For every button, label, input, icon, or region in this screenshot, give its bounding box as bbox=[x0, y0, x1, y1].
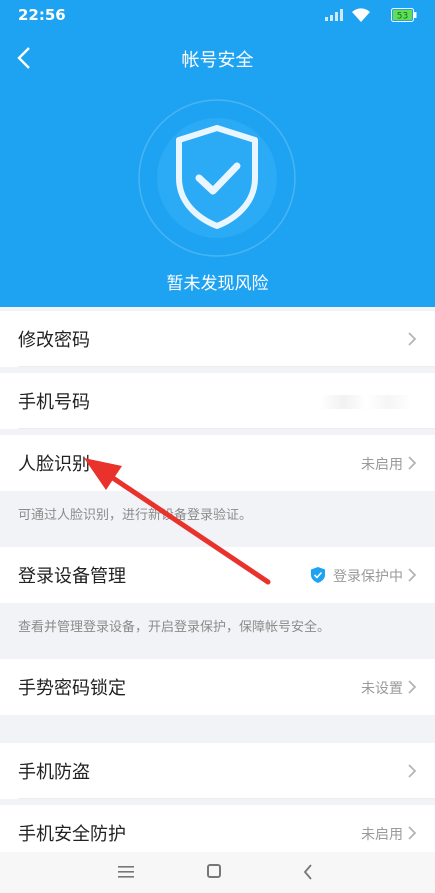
system-nav-bar bbox=[0, 852, 435, 893]
risk-status: 暂未发现风险 bbox=[166, 274, 269, 294]
chevron-right-icon bbox=[408, 568, 417, 582]
chevron-right-icon bbox=[408, 764, 417, 778]
row-label: 手机号码 bbox=[18, 392, 90, 413]
chevron-right-icon bbox=[408, 332, 417, 346]
menu-icon[interactable] bbox=[118, 866, 134, 878]
nav-back-icon[interactable] bbox=[303, 864, 313, 880]
row-label: 人脸识别 bbox=[18, 454, 90, 475]
signal-icon bbox=[325, 9, 343, 21]
divider bbox=[18, 366, 435, 367]
row-label: 手势密码锁定 bbox=[18, 678, 126, 699]
note-text: 查看并管理登录设备，开启登录保护，保障帐号安全。 bbox=[18, 620, 331, 635]
device-note: 查看并管理登录设备，开启登录保护，保障帐号安全。 bbox=[0, 605, 435, 655]
row-label: 修改密码 bbox=[18, 330, 90, 351]
divider bbox=[18, 798, 435, 799]
page-title: 帐号安全 bbox=[181, 50, 254, 71]
shield-badge-icon bbox=[311, 567, 325, 583]
shield-check-icon bbox=[138, 99, 296, 257]
row-gesture-lock[interactable]: 手势密码锁定 未设置 bbox=[0, 659, 435, 715]
battery-level: 53 bbox=[397, 12, 408, 22]
row-device-management[interactable]: 登录设备管理 登录保护中 bbox=[0, 547, 435, 603]
row-label: 手机安全防护 bbox=[18, 824, 126, 845]
battery-icon: 53 bbox=[391, 8, 417, 22]
row-value: 未设置 bbox=[361, 681, 403, 697]
row-value: 未启用 bbox=[361, 827, 403, 843]
divider bbox=[18, 428, 435, 429]
row-phone-protection[interactable]: 手机安全防护 未启用 bbox=[0, 805, 435, 852]
chevron-right-icon bbox=[408, 826, 417, 840]
row-label: 登录设备管理 bbox=[18, 566, 126, 587]
phone-number-redacted bbox=[321, 395, 411, 409]
chevron-right-icon bbox=[408, 680, 417, 694]
wifi-icon bbox=[352, 8, 370, 22]
row-value: 登录保护中 bbox=[333, 569, 403, 585]
status-bar: 22:56 53 bbox=[0, 0, 435, 32]
chevron-right-icon bbox=[408, 456, 417, 470]
status-time: 22:56 bbox=[18, 6, 66, 24]
note-text: 可通过人脸识别，进行新设备登录验证。 bbox=[18, 508, 253, 523]
row-anti-theft[interactable]: 手机防盗 bbox=[0, 743, 435, 799]
row-face-recognition[interactable]: 人脸识别 未启用 bbox=[0, 435, 435, 491]
row-phone-number[interactable]: 手机号码 bbox=[0, 373, 435, 429]
row-value: 未启用 bbox=[361, 457, 403, 473]
home-icon[interactable] bbox=[207, 864, 221, 878]
row-label: 手机防盗 bbox=[18, 762, 90, 783]
face-note: 可通过人脸识别，进行新设备登录验证。 bbox=[0, 493, 435, 543]
header: 22:56 53 帐号安全 暂未发现风险 bbox=[0, 0, 435, 307]
row-change-password[interactable]: 修改密码 bbox=[0, 311, 435, 367]
